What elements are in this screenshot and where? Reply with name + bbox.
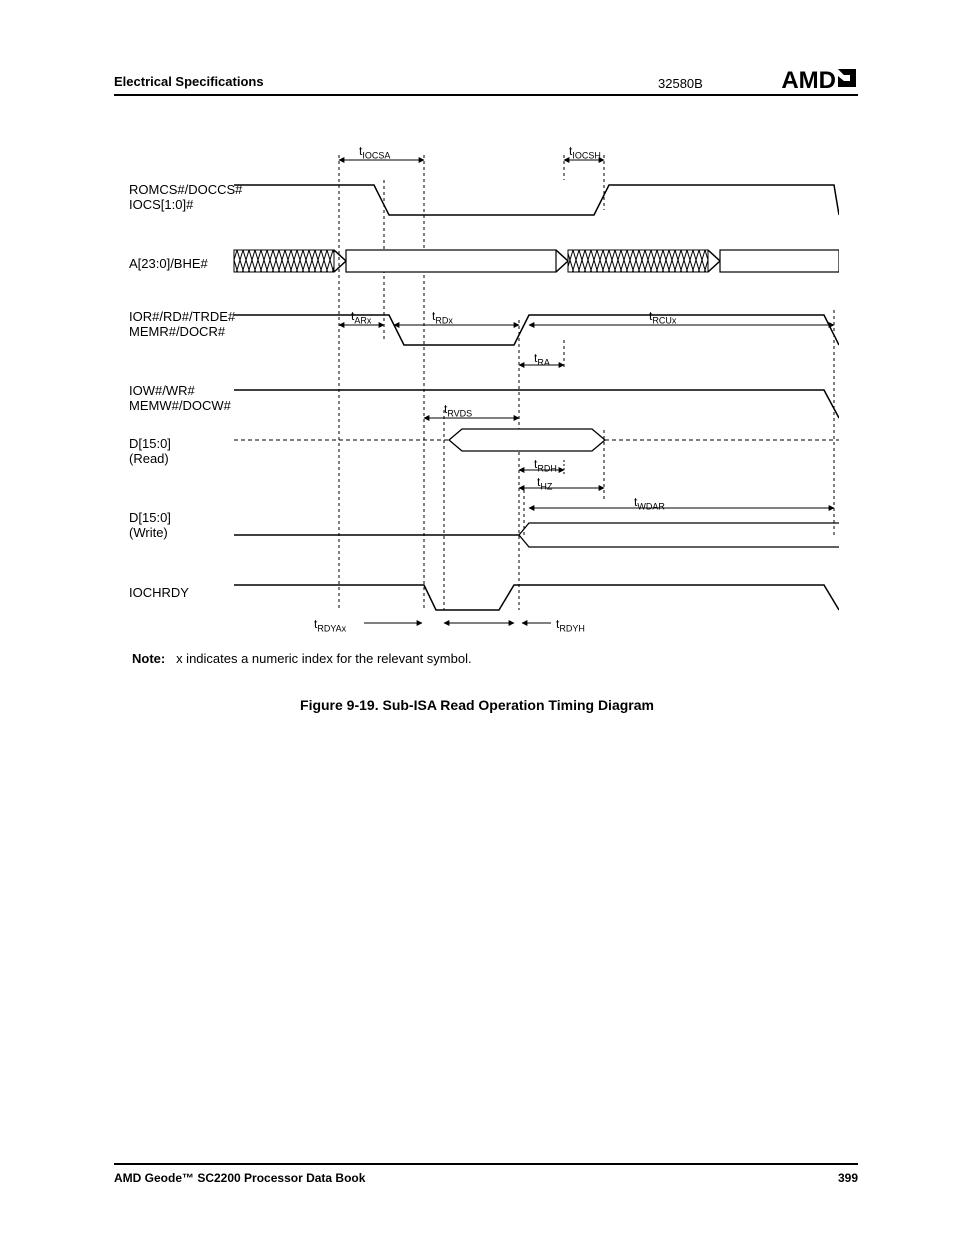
header-rule: [114, 94, 858, 96]
amd-logo-text: AMD: [781, 67, 836, 94]
page: Electrical Specifications 32580B AMD ROM…: [0, 0, 954, 1235]
figure-caption: Figure 9-19. Sub-ISA Read Operation Timi…: [0, 697, 954, 713]
note-label: Note:: [132, 651, 165, 666]
note-text: x indicates a numeric index for the rele…: [176, 651, 472, 666]
header-docnum: 32580B: [658, 76, 703, 91]
amd-logo: AMD: [781, 66, 858, 95]
header-section: Electrical Specifications: [114, 74, 264, 89]
footer-title: AMD Geode™ SC2200 Processor Data Book: [114, 1171, 365, 1185]
note: Note: x indicates a numeric index for th…: [132, 651, 472, 666]
footer-rule: [114, 1163, 858, 1165]
amd-logo-icon: [836, 67, 858, 96]
timing-diagram: ROMCS#/DOCCS# IOCS[1:0]# A[23:0]/BHE# IO…: [114, 140, 839, 630]
timing-svg: [114, 140, 839, 630]
footer-page: 399: [838, 1171, 858, 1185]
